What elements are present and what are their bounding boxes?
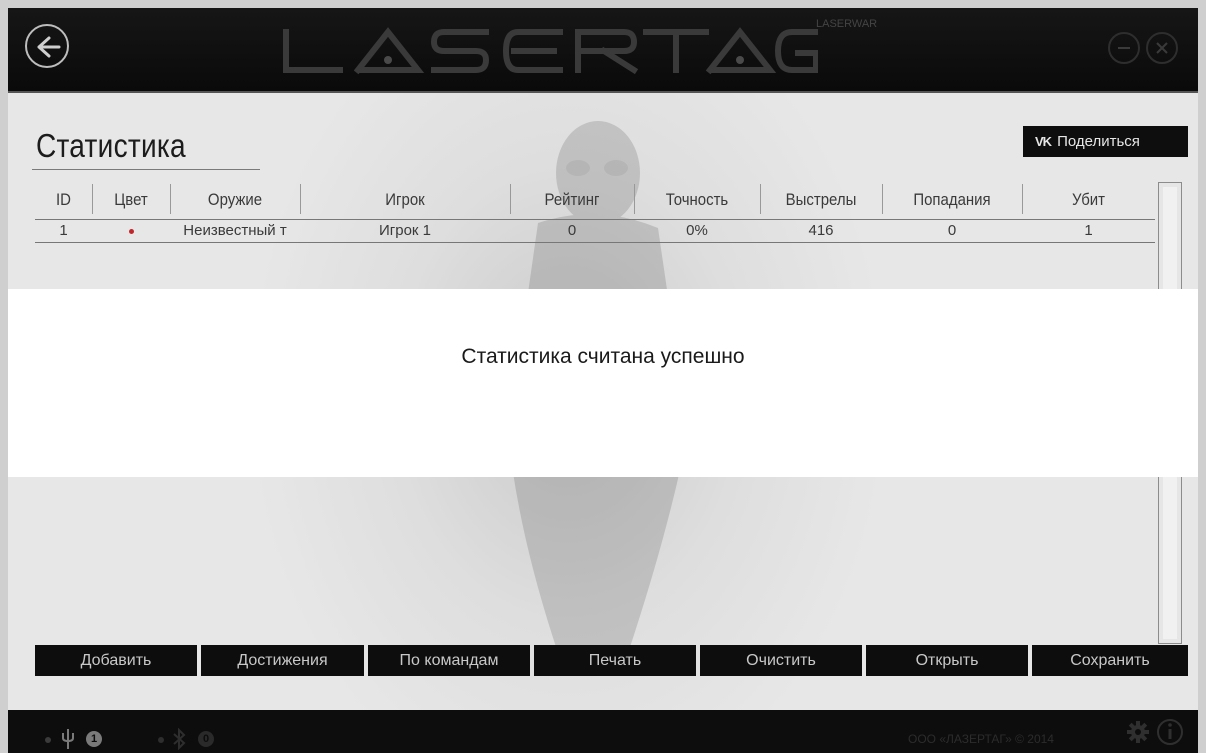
column-divider — [510, 184, 511, 214]
minimize-icon — [1118, 47, 1130, 49]
notification-toast: Статистика считана успешно — [8, 289, 1198, 477]
column-header-id[interactable]: ID — [38, 180, 88, 219]
usb-count-badge: 1 — [86, 731, 102, 747]
cell-id: 1 — [59, 222, 68, 239]
gear-icon[interactable] — [1126, 720, 1150, 744]
table-row[interactable]: 1 Неизвестный т Игрок 1 0 0% 416 0 1 — [35, 220, 1155, 243]
close-button[interactable] — [1146, 32, 1178, 64]
bluetooth-icon — [173, 728, 186, 750]
cell-accuracy: 0% — [686, 222, 708, 239]
cell-hits: 0 — [947, 222, 957, 239]
open-button[interactable]: Открыть — [866, 645, 1028, 676]
column-header-shots[interactable]: Выстрелы — [767, 180, 874, 219]
column-header-player[interactable]: Игрок — [313, 180, 498, 219]
action-toolbar: Добавить Достижения По командам Печать О… — [35, 645, 1188, 676]
cell-weapon: Неизвестный т — [183, 222, 287, 239]
page-title: Статистика — [36, 127, 186, 164]
column-header-accuracy[interactable]: Точность — [642, 180, 753, 219]
statistics-table: ID Цвет Оружие Игрок Рейтинг Точность Вы… — [35, 180, 1155, 243]
team-color-dot — [128, 228, 134, 234]
bluetooth-status-dot — [158, 737, 164, 743]
close-icon — [1156, 42, 1168, 54]
cell-killed: 1 — [1084, 222, 1093, 239]
cell-rating: 0 — [567, 222, 577, 239]
toast-message: Статистика считана успешно — [461, 345, 745, 368]
print-button[interactable]: Печать — [534, 645, 696, 676]
cell-player: Игрок 1 — [378, 222, 431, 239]
vk-icon: VK — [1035, 134, 1052, 149]
status-bar: 1 0 ООО «ЛАЗЕРТАГ» © 2014 — [8, 710, 1198, 753]
share-button[interactable]: VK Поделиться — [1023, 126, 1188, 157]
title-bar: LASERWAR — [8, 8, 1198, 93]
column-divider — [760, 184, 761, 214]
cell-shots: 416 — [808, 222, 834, 239]
share-label: Поделиться — [1057, 133, 1140, 150]
column-header-weapon[interactable]: Оружие — [178, 180, 292, 219]
column-header-hits[interactable]: Попадания — [890, 180, 1013, 219]
column-divider — [92, 184, 93, 214]
by-teams-button[interactable]: По командам — [368, 645, 530, 676]
column-divider — [634, 184, 635, 214]
usb-icon — [62, 729, 74, 749]
table-header: ID Цвет Оружие Игрок Рейтинг Точность Вы… — [35, 180, 1155, 220]
save-button[interactable]: Сохранить — [1032, 645, 1188, 676]
minimize-button[interactable] — [1108, 32, 1140, 64]
column-header-killed[interactable]: Убит — [1030, 180, 1147, 219]
column-header-rating[interactable]: Рейтинг — [517, 180, 626, 219]
back-button[interactable] — [25, 24, 69, 68]
cell-color — [92, 220, 170, 242]
column-divider — [170, 184, 171, 214]
copyright-text: ООО «ЛАЗЕРТАГ» © 2014 — [908, 732, 1054, 746]
achievements-button[interactable]: Достижения — [201, 645, 364, 676]
column-divider — [882, 184, 883, 214]
column-header-color[interactable]: Цвет — [97, 180, 166, 219]
clear-button[interactable]: Очистить — [700, 645, 862, 676]
usb-status-dot — [45, 737, 51, 743]
column-divider — [1022, 184, 1023, 214]
column-divider — [300, 184, 301, 214]
title-underline — [32, 169, 260, 170]
add-button[interactable]: Добавить — [35, 645, 197, 676]
arrow-left-icon — [37, 36, 61, 58]
info-icon[interactable] — [1156, 718, 1184, 746]
lasertag-logo — [283, 27, 818, 75]
laserwar-label: LASERWAR — [816, 18, 878, 30]
bluetooth-count-badge: 0 — [198, 731, 214, 747]
